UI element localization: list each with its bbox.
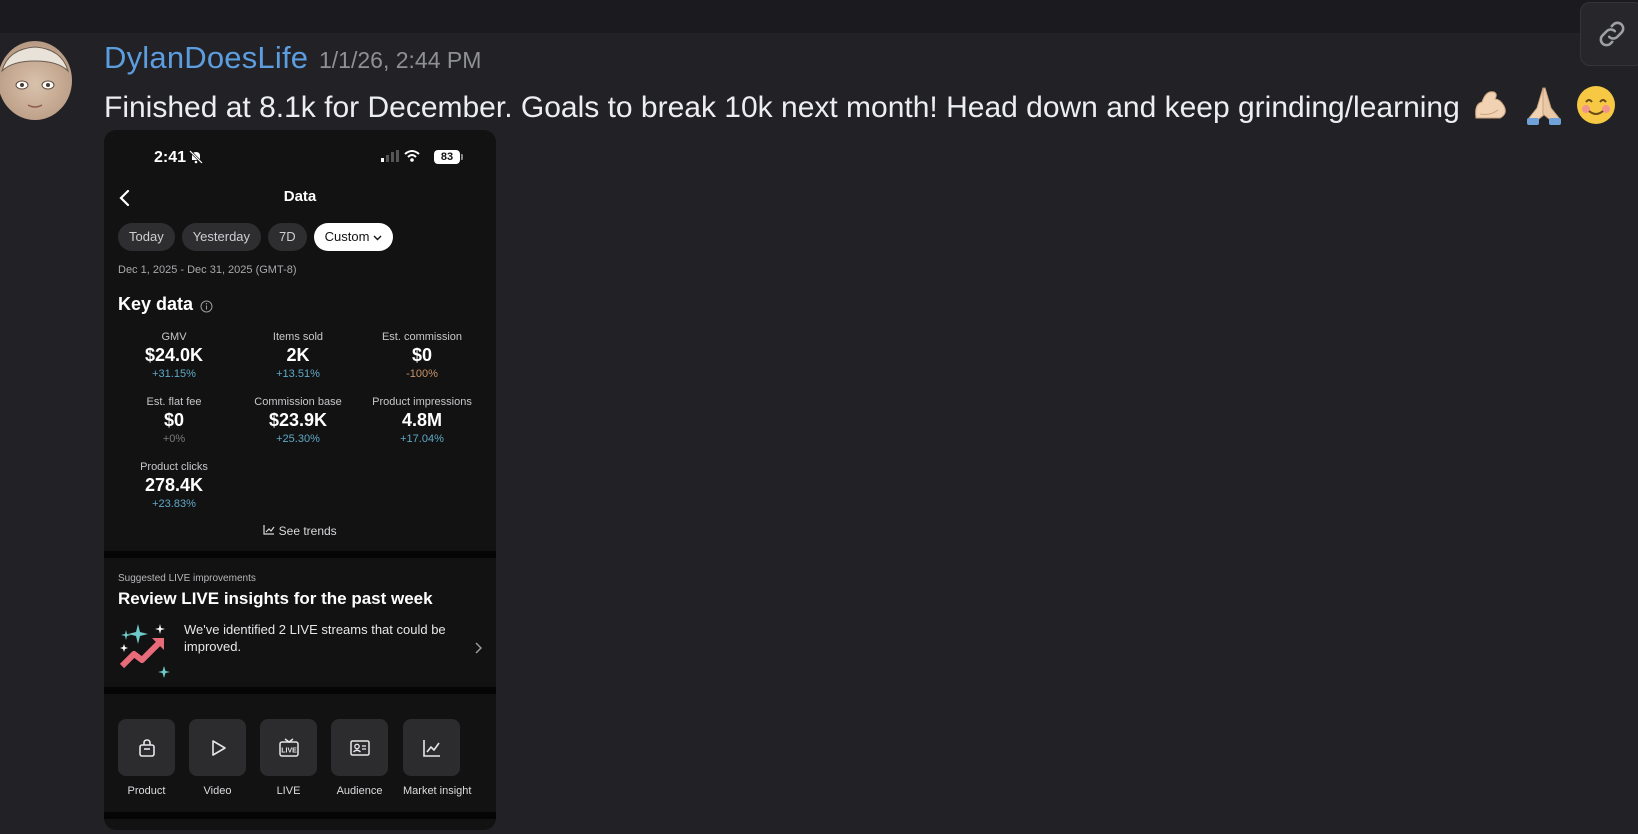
tool-live-box[interactable]: LIVE	[260, 719, 317, 776]
tool-live[interactable]: LIVE LIVE	[260, 719, 317, 797]
metric-change: +13.51%	[276, 368, 320, 380]
wifi-icon	[404, 150, 420, 162]
battery-indicator: 83	[434, 150, 463, 164]
folded-hands-emoji-icon	[1523, 84, 1565, 134]
sparkle-growth-icon	[119, 624, 170, 678]
metric-change: +23.83%	[152, 498, 196, 510]
metric-change: +0%	[162, 433, 186, 445]
tool-video-box[interactable]	[189, 719, 246, 776]
id-card-icon	[349, 739, 370, 756]
metric-est-flat-fee[interactable]: Est. flat fee $0 +0%	[112, 396, 236, 445]
metric-value: 4.8M	[401, 410, 443, 430]
message-content: Finished at 8.1k for December. Goals to …	[104, 84, 1617, 134]
live-tv-icon: LIVE	[278, 737, 299, 757]
metric-label: Product clicks	[140, 461, 208, 473]
metric-change: +31.15%	[152, 368, 196, 380]
chevron-right-icon[interactable]	[474, 642, 482, 654]
date-filter-chips: Today Yesterday 7D Custom	[118, 223, 394, 251]
metric-change: +25.30%	[276, 433, 320, 445]
avatar[interactable]	[0, 41, 72, 120]
screen-title: Data	[283, 188, 317, 205]
section-divider	[104, 687, 496, 694]
tool-video[interactable]: Video	[189, 719, 246, 797]
metric-label: Items sold	[272, 331, 324, 343]
tool-audience-box[interactable]	[331, 719, 388, 776]
tool-label: Product	[127, 785, 166, 797]
suggestion-title[interactable]: Review LIVE insights for the past week	[118, 589, 433, 609]
signal-icon	[381, 150, 399, 162]
metric-value: 2K	[286, 345, 310, 365]
trend-chart-icon	[263, 525, 275, 535]
chip-custom[interactable]: Custom	[313, 223, 394, 251]
see-trends-link[interactable]: See trends	[104, 524, 496, 538]
metric-label: Commission base	[254, 396, 342, 408]
suggestion-label: Suggested LIVE improvements	[118, 573, 256, 584]
metric-change: -100%	[406, 368, 438, 380]
copy-link-button[interactable]	[1580, 2, 1638, 66]
tool-product-box[interactable]	[118, 719, 175, 776]
play-icon	[211, 739, 226, 756]
metric-product-impressions[interactable]: Product impressions 4.8M +17.04%	[360, 396, 484, 445]
smiling-face-emoji-icon	[1575, 84, 1617, 134]
date-range: Dec 1, 2025 - Dec 31, 2025 (GMT-8)	[118, 264, 297, 276]
status-time: 2:41	[154, 149, 187, 166]
metric-value: $23.9K	[268, 410, 328, 430]
message-text: Finished at 8.1k for December. Goals to …	[104, 90, 1460, 124]
metric-label: Est. commission	[381, 331, 463, 343]
tool-market-insight-box[interactable]	[403, 719, 460, 776]
tool-label: Video	[203, 785, 232, 797]
message-author[interactable]: DylanDoesLife	[104, 40, 308, 76]
metric-label: Est. flat fee	[146, 396, 202, 408]
tool-audience[interactable]: Audience	[331, 719, 388, 797]
chip-7d[interactable]: 7D	[268, 223, 307, 251]
metric-est-commission[interactable]: Est. commission $0 -100%	[360, 331, 484, 380]
info-icon[interactable]	[200, 300, 213, 313]
metric-value: $0	[411, 345, 433, 365]
chip-yesterday[interactable]: Yesterday	[181, 223, 262, 251]
tool-label: LIVE	[276, 785, 301, 797]
line-chart-icon	[422, 739, 440, 757]
metric-label: Product impressions	[372, 396, 472, 408]
suggestion-text: We've identified 2 LIVE streams that cou…	[184, 622, 446, 654]
top-bar	[0, 0, 1638, 33]
metric-product-clicks[interactable]: Product clicks 278.4K +23.83%	[112, 461, 236, 510]
metric-gmv[interactable]: GMV $24.0K +31.15%	[112, 331, 236, 380]
svg-text:LIVE: LIVE	[281, 747, 297, 754]
tool-product[interactable]: Product	[118, 719, 175, 797]
status-bar: 2:41 83	[104, 130, 496, 182]
section-divider	[104, 812, 496, 819]
metric-value: 278.4K	[144, 475, 204, 495]
metric-commission-base[interactable]: Commission base $23.9K +25.30%	[236, 396, 360, 445]
flexed-biceps-emoji-icon	[1470, 84, 1512, 134]
chevron-down-icon	[373, 235, 382, 241]
tool-market-insight[interactable]: Market insight	[403, 719, 472, 797]
metric-value: $0	[163, 410, 185, 430]
shopping-bag-icon	[138, 738, 155, 757]
message-timestamp: 1/1/26, 2:44 PM	[319, 47, 482, 73]
key-data-title: Key data	[118, 294, 194, 314]
metric-change: +17.04%	[400, 433, 444, 445]
tool-label: Market insight	[403, 785, 472, 797]
link-icon	[1599, 21, 1625, 47]
muted-bell-icon	[189, 150, 203, 164]
metric-value: $24.0K	[144, 345, 204, 365]
see-trends-label: See trends	[278, 524, 337, 538]
tool-label: Audience	[336, 785, 383, 797]
metric-items-sold[interactable]: Items sold 2K +13.51%	[236, 331, 360, 380]
chip-custom-label: Custom	[324, 229, 370, 244]
screenshot-attachment[interactable]: 2:41 83 Data Today Yesterday 7D Custom D…	[104, 130, 496, 830]
section-divider	[104, 551, 496, 558]
metric-label: GMV	[161, 331, 187, 343]
chip-today[interactable]: Today	[118, 223, 175, 251]
